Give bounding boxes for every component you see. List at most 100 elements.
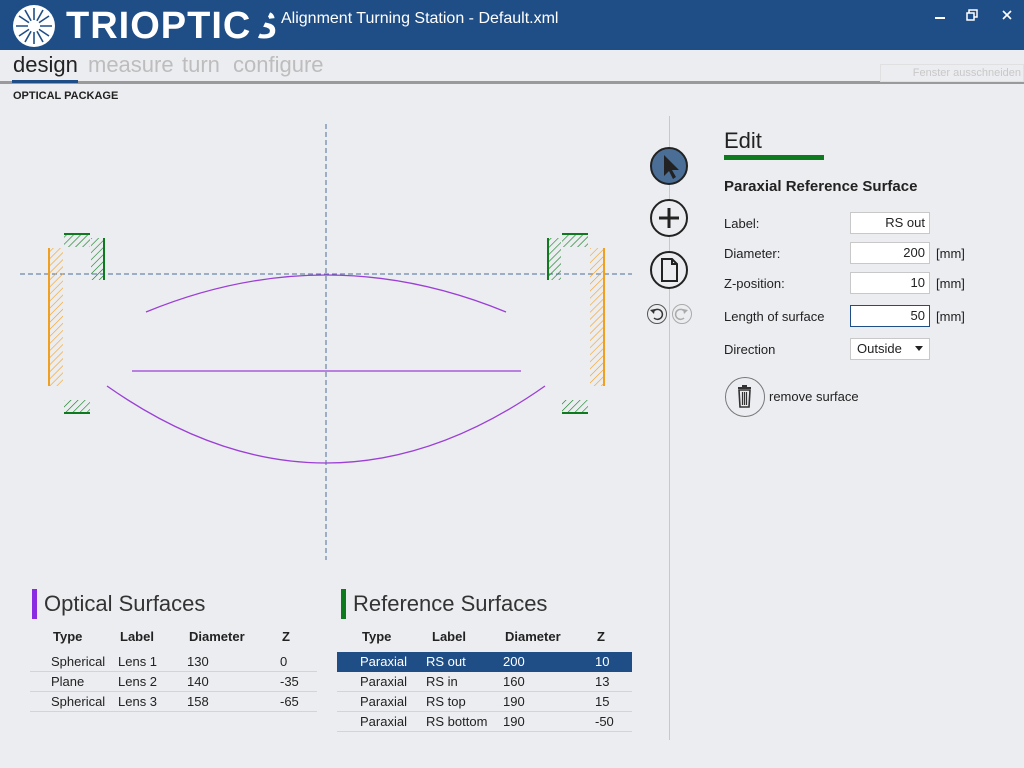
cell-diameter: 140 bbox=[187, 674, 209, 689]
cell-label: Lens 3 bbox=[118, 694, 158, 709]
label-field-label: Label: bbox=[724, 216, 760, 231]
direction-value: Outside bbox=[857, 341, 902, 356]
cell-diameter: 160 bbox=[503, 674, 525, 689]
length-field[interactable]: 50 bbox=[850, 305, 930, 327]
cell-type: Paraxial bbox=[360, 694, 407, 709]
cell-type: Spherical bbox=[51, 654, 106, 669]
active-tab-indicator bbox=[12, 80, 78, 83]
restore-button[interactable] bbox=[961, 8, 983, 26]
cell-type: Paraxial bbox=[360, 654, 407, 669]
length-field-label: Length of surface bbox=[724, 309, 825, 324]
cell-type: Plane bbox=[51, 674, 85, 689]
diameter-field[interactable]: 200 bbox=[850, 242, 930, 264]
left-mount-hatch bbox=[48, 248, 63, 386]
minimize-button[interactable] bbox=[929, 8, 951, 26]
window-title: Alignment Turning Station - Default.xml bbox=[281, 10, 559, 27]
cell-label: RS top bbox=[426, 694, 466, 709]
table-row[interactable]: Spherical Lens 1 130 0 bbox=[30, 652, 317, 672]
left-ref-top-hatch bbox=[64, 235, 90, 247]
chevron-down-icon bbox=[915, 346, 923, 351]
reference-surfaces-accent bbox=[341, 589, 346, 619]
pointer-icon bbox=[664, 155, 679, 179]
diameter-field-label: Diameter: bbox=[724, 246, 781, 261]
close-icon bbox=[1002, 10, 1012, 20]
optical-header-label: Label bbox=[120, 629, 154, 644]
optical-header-diameter: Diameter bbox=[189, 629, 245, 644]
logo: TRIOPTICS bbox=[0, 0, 277, 50]
right-ref-bottom-hatch bbox=[562, 400, 588, 412]
diameter-unit: [mm] bbox=[936, 246, 965, 261]
right-ref-side-hatch bbox=[549, 238, 561, 280]
section-title: OPTICAL PACKAGE bbox=[13, 90, 119, 102]
edit-title-accent bbox=[724, 155, 824, 160]
left-ref-bottom-hatch bbox=[64, 400, 90, 412]
cell-z: -35 bbox=[280, 674, 299, 689]
table-row[interactable]: Paraxial RS top 190 15 bbox=[337, 692, 632, 712]
trash-icon bbox=[738, 385, 751, 408]
reference-surfaces-title: Reference Surfaces bbox=[353, 591, 548, 616]
optical-header-z: Z bbox=[282, 629, 290, 644]
cell-z: 15 bbox=[595, 694, 610, 709]
undo-button[interactable] bbox=[647, 304, 667, 324]
add-surface-button[interactable] bbox=[650, 199, 688, 237]
cell-type: Paraxial bbox=[360, 674, 407, 689]
optical-package-drawing[interactable] bbox=[0, 110, 650, 570]
length-unit: [mm] bbox=[936, 309, 965, 324]
optical-header-type: Type bbox=[53, 629, 83, 644]
table-row[interactable]: Paraxial RS in 160 13 bbox=[337, 672, 632, 692]
remove-surface-label[interactable]: remove surface bbox=[769, 389, 859, 404]
select-tool-button[interactable] bbox=[650, 147, 688, 185]
redo-icon bbox=[674, 308, 688, 321]
tab-turn[interactable]: turn bbox=[182, 52, 220, 78]
undo-icon bbox=[650, 308, 664, 321]
cell-label: Lens 2 bbox=[118, 674, 158, 689]
direction-select[interactable]: Outside bbox=[850, 338, 930, 360]
table-row[interactable]: Spherical Lens 3 158 -65 bbox=[30, 692, 317, 712]
cell-diameter: 130 bbox=[187, 654, 209, 669]
edit-panel-title: Edit bbox=[724, 128, 762, 153]
add-icon bbox=[659, 208, 679, 228]
new-document-button[interactable] bbox=[650, 251, 688, 289]
snip-window-button[interactable]: Fenster ausschneiden bbox=[880, 64, 1024, 82]
tab-design[interactable]: design bbox=[13, 52, 78, 78]
table-row[interactable]: Paraxial RS bottom 190 -50 bbox=[337, 712, 632, 732]
cell-label: Lens 1 bbox=[118, 654, 158, 669]
cell-diameter: 158 bbox=[187, 694, 209, 709]
document-icon bbox=[661, 258, 678, 282]
zposition-unit: [mm] bbox=[936, 276, 965, 291]
tab-configure[interactable]: configure bbox=[233, 52, 324, 78]
cell-type: Spherical bbox=[51, 694, 106, 709]
cell-z: 13 bbox=[595, 674, 610, 689]
cell-diameter: 190 bbox=[503, 714, 525, 729]
reference-header-type: Type bbox=[362, 629, 392, 644]
optical-surfaces-title: Optical Surfaces bbox=[44, 591, 206, 616]
minimize-icon bbox=[935, 17, 945, 19]
logo-slant bbox=[252, 0, 276, 50]
zposition-field-label: Z-position: bbox=[724, 276, 785, 291]
restore-icon bbox=[966, 9, 978, 21]
cell-label: RS bottom bbox=[426, 714, 488, 729]
cell-diameter: 190 bbox=[503, 694, 525, 709]
cell-z: -65 bbox=[280, 694, 299, 709]
trioptics-logo-icon bbox=[13, 5, 55, 47]
close-button[interactable] bbox=[996, 8, 1018, 26]
right-mount-hatch bbox=[590, 248, 605, 386]
cell-z: -50 bbox=[595, 714, 614, 729]
cell-diameter: 200 bbox=[503, 654, 525, 669]
zposition-field[interactable]: 10 bbox=[850, 272, 930, 294]
redo-button[interactable] bbox=[672, 304, 692, 324]
right-ref-top-hatch bbox=[562, 235, 588, 247]
left-ref-side-hatch bbox=[91, 238, 103, 280]
cell-label: RS out bbox=[426, 654, 466, 669]
tab-measure[interactable]: measure bbox=[88, 52, 174, 78]
table-row[interactable]: Plane Lens 2 140 -35 bbox=[30, 672, 317, 692]
table-row-selected[interactable]: Paraxial RS out 200 10 bbox=[337, 652, 632, 672]
cell-z: 10 bbox=[595, 654, 610, 669]
remove-surface-button[interactable] bbox=[725, 377, 765, 417]
reference-header-z: Z bbox=[597, 629, 605, 644]
logo-text: TRIOPTICS bbox=[66, 5, 278, 47]
direction-field-label: Direction bbox=[724, 342, 776, 357]
edit-panel-subtitle: Paraxial Reference Surface bbox=[724, 178, 918, 195]
label-field[interactable]: RS out bbox=[850, 212, 930, 234]
cell-z: 0 bbox=[280, 654, 288, 669]
